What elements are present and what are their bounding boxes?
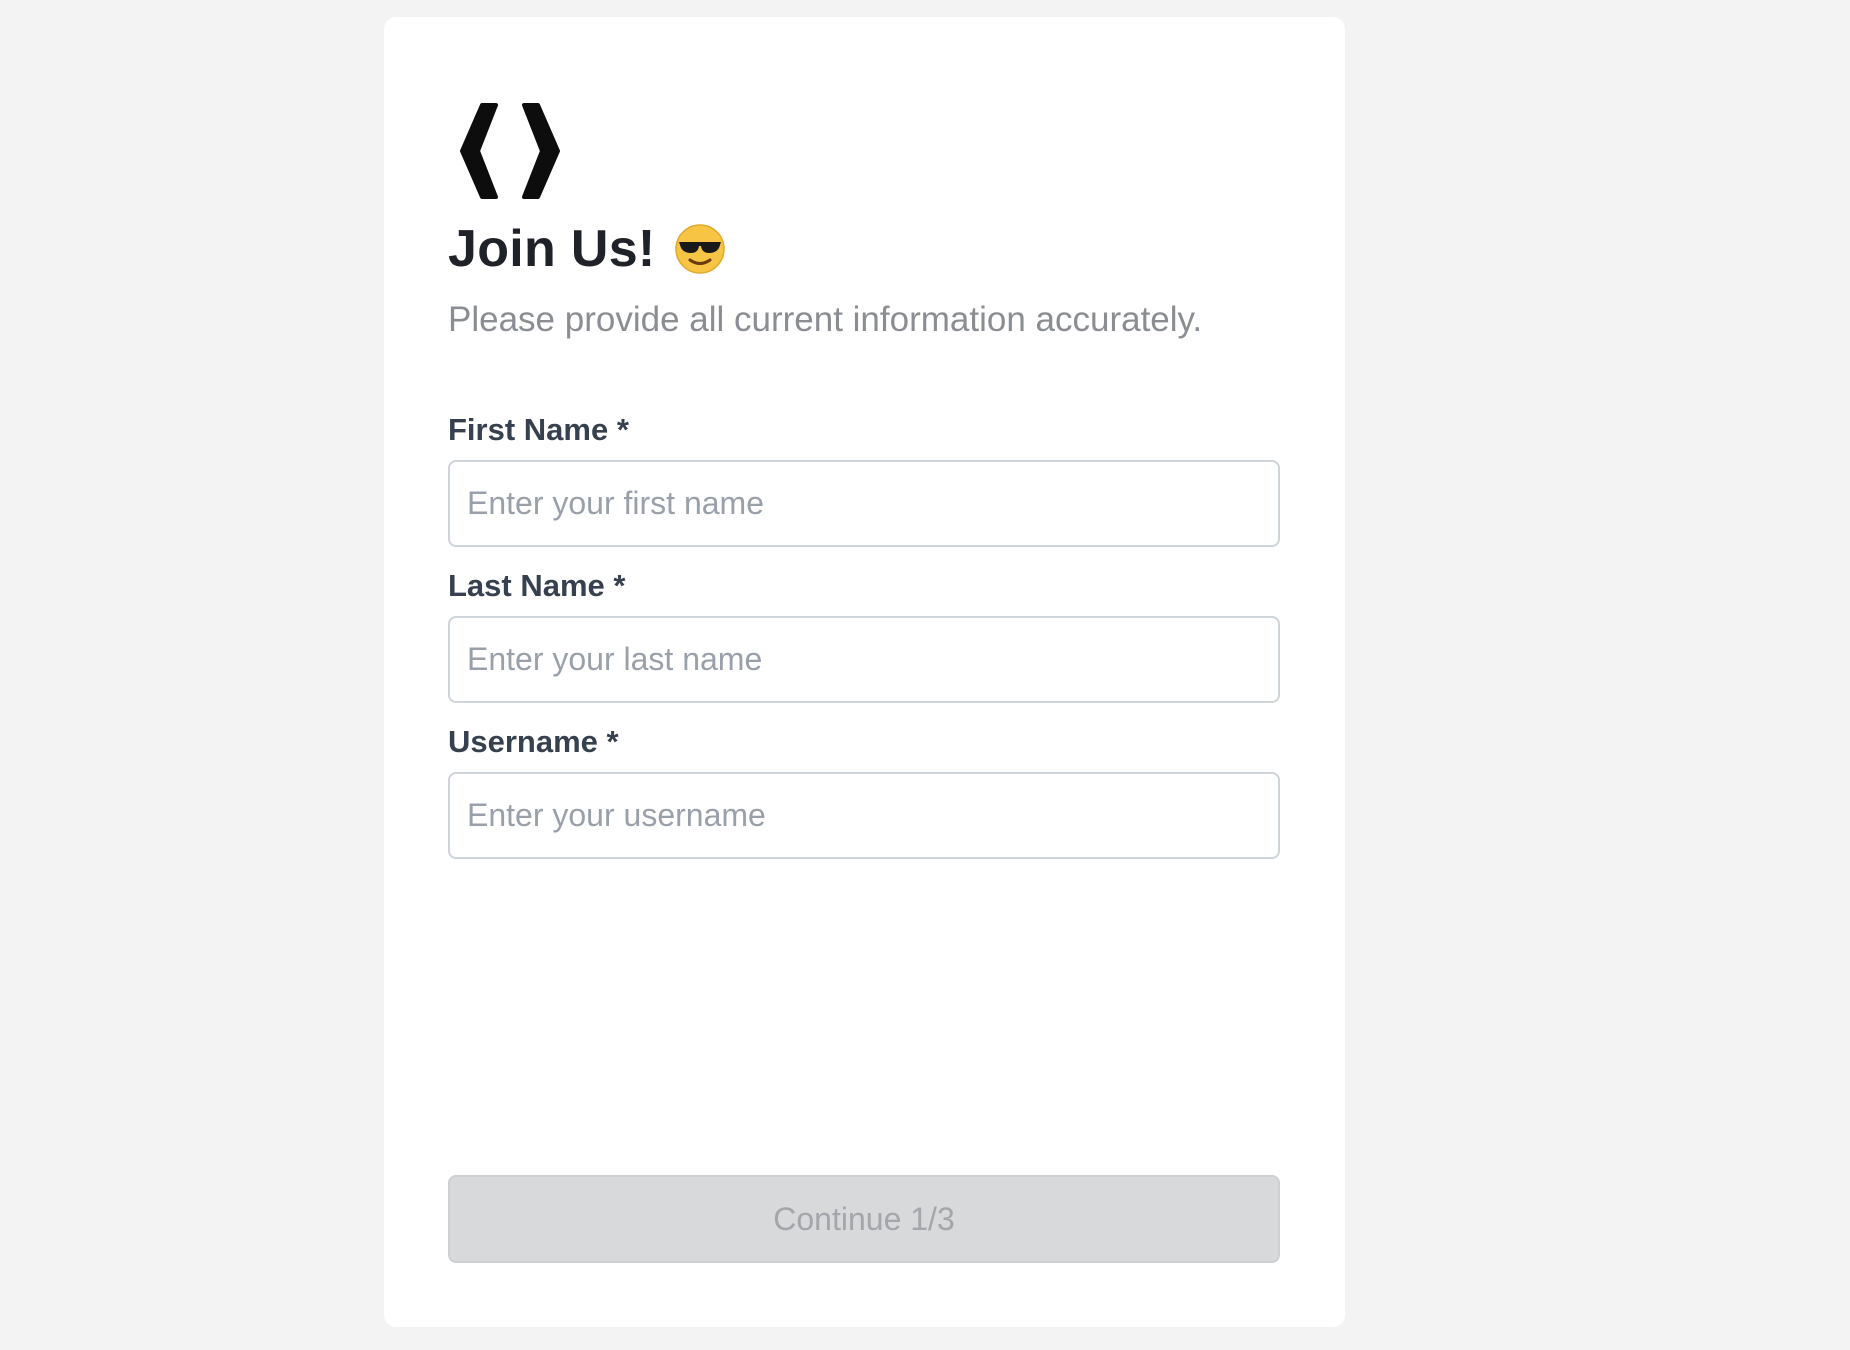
title-row: Join Us! <box>448 209 726 289</box>
first-name-input[interactable] <box>448 460 1280 547</box>
sunglasses-emoji-icon <box>674 223 726 275</box>
username-label: Username * <box>448 724 619 759</box>
page-subtitle: Please provide all current information a… <box>448 300 1203 339</box>
last-name-input[interactable] <box>448 616 1280 703</box>
username-input[interactable] <box>448 772 1280 859</box>
first-name-label: First Name * <box>448 412 629 447</box>
page-title: Join Us! <box>448 220 656 278</box>
last-name-label: Last Name * <box>448 568 626 603</box>
continue-button[interactable]: Continue 1/3 <box>448 1175 1280 1263</box>
signup-card: Join Us! Please provide all current info… <box>384 17 1345 1327</box>
code-brackets-icon <box>460 101 560 201</box>
